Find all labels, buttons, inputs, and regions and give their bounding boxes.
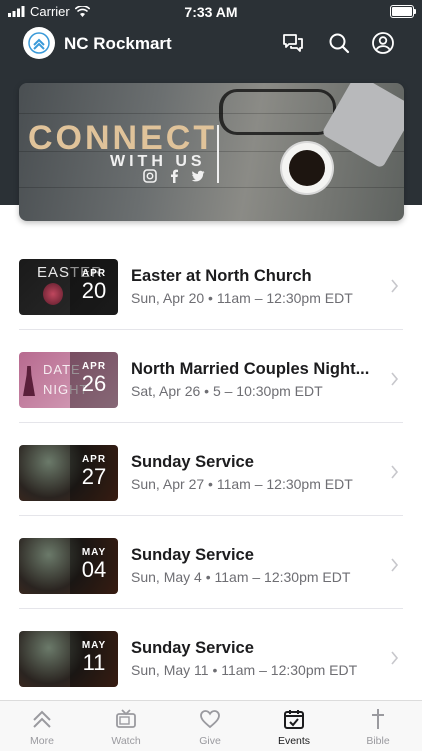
profile-icon[interactable] (371, 31, 395, 55)
chevron-right-icon (391, 279, 399, 293)
tab-give[interactable]: Give (168, 707, 252, 747)
status-time: 7:33 AM (184, 4, 238, 20)
tab-bible[interactable]: Bible (336, 707, 420, 747)
event-row[interactable]: MAY 04 Sunday Service Sun, May 4 • 11am … (0, 516, 422, 609)
date-day: 04 (81, 557, 107, 582)
tab-bar: More Watch Give Events Bible (0, 700, 422, 751)
tab-watch[interactable]: Watch (84, 707, 168, 747)
event-title: Easter at North Church (131, 267, 312, 285)
date-badge: MAY 11 (70, 631, 118, 687)
messages-icon[interactable] (281, 31, 305, 55)
chevron-right-icon (391, 372, 399, 386)
event-thumbnail: EASTER APR 20 (19, 259, 118, 315)
laptop-graphic (321, 83, 404, 169)
glasses-graphic (219, 89, 336, 135)
church-logo[interactable] (23, 27, 55, 59)
instagram-icon (143, 169, 157, 183)
heart-icon (200, 710, 220, 729)
event-time: Sun, Apr 20 • 11am – 12:30pm EDT (131, 290, 353, 306)
tv-icon (116, 709, 136, 728)
event-time: Sun, Apr 27 • 11am – 12:30pm EDT (131, 476, 353, 492)
app-title: NC Rockmart (64, 34, 172, 53)
date-day: 11 (82, 650, 106, 675)
event-row[interactable]: EASTER APR 20 Easter at North Church Sun… (0, 237, 422, 330)
event-time: Sun, May 4 • 11am – 12:30pm EDT (131, 569, 351, 585)
tab-label: Events (277, 735, 311, 747)
event-row[interactable]: APR 27 Sunday Service Sun, Apr 27 • 11am… (0, 423, 422, 516)
logo-chevron-icon (28, 32, 50, 54)
chevron-right-icon (391, 465, 399, 479)
date-badge: MAY 04 (70, 538, 118, 594)
event-title: North Married Couples Night... (131, 360, 370, 378)
tab-events[interactable]: Events (252, 707, 336, 747)
event-thumbnail: MAY 04 (19, 538, 118, 594)
social-icons (143, 169, 205, 183)
date-badge: APR 20 (70, 259, 118, 315)
tab-label: Give (199, 735, 221, 747)
tab-label: Watch (111, 735, 141, 747)
search-icon[interactable] (327, 31, 351, 55)
calendar-icon (284, 710, 304, 729)
status-bar: Carrier 7:33 AM (0, 0, 422, 22)
tab-more[interactable]: More (0, 707, 84, 747)
tab-label: More (30, 735, 54, 747)
date-badge: APR 27 (70, 445, 118, 501)
battery-icon (390, 5, 416, 18)
chevron-right-icon (391, 558, 399, 572)
date-day: 20 (81, 278, 107, 303)
chevrons-up-icon (33, 710, 51, 728)
banner-divider (217, 125, 219, 183)
event-title: Sunday Service (131, 639, 254, 657)
event-thumbnail: MAY 11 (19, 631, 118, 687)
chevron-right-icon (391, 651, 399, 665)
facebook-icon (167, 169, 181, 183)
cross-icon (372, 709, 384, 729)
connect-banner[interactable]: CONNECT WITH US (19, 83, 404, 221)
event-row[interactable]: MAY 11 Sunday Service Sun, May 11 • 11am… (0, 609, 422, 702)
date-day: 26 (81, 371, 107, 396)
event-thumbnail: DATE NIGHT APR 26 (19, 352, 118, 408)
date-badge: APR 26 (70, 352, 118, 408)
event-title: Sunday Service (131, 546, 254, 564)
event-time: Sun, May 11 • 11am – 12:30pm EDT (131, 662, 358, 678)
event-row[interactable]: DATE NIGHT APR 26 North Married Couples … (0, 330, 422, 423)
twitter-icon (191, 169, 205, 183)
event-title: Sunday Service (131, 453, 254, 471)
coffee-cup-graphic (282, 143, 332, 193)
top-nav: NC Rockmart (0, 22, 422, 66)
date-day: 27 (81, 464, 107, 489)
event-thumbnail: APR 27 (19, 445, 118, 501)
tab-label: Bible (366, 735, 390, 747)
event-time: Sat, Apr 26 • 5 – 10:30pm EDT (131, 383, 323, 399)
